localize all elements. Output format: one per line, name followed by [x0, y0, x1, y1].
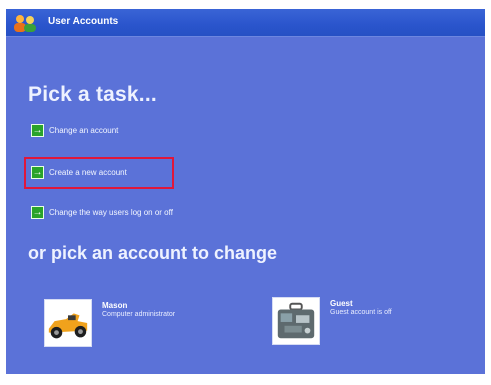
green-arrow-icon: →	[31, 205, 44, 219]
task-change-logon[interactable]: → Change the way users log on or off	[31, 204, 173, 220]
account-type: Guest account is off	[330, 309, 392, 316]
account-name: Guest	[330, 299, 353, 308]
user-accounts-window: User Accounts Pick a task... → Change an…	[6, 9, 485, 374]
user-accounts-icon	[14, 15, 36, 32]
task-change-account[interactable]: → Change an account	[31, 122, 118, 138]
account-picture	[44, 299, 92, 347]
race-car-icon	[48, 313, 88, 339]
task-label: Change an account	[49, 125, 119, 135]
window-title: User Accounts	[48, 16, 119, 27]
account-name: Mason	[102, 301, 128, 310]
pick-account-heading: or pick an account to change	[28, 243, 278, 263]
green-arrow-icon: →	[31, 123, 44, 137]
pick-task-heading: Pick a task...	[28, 83, 157, 106]
task-label: Change the way users log on or off	[49, 207, 173, 217]
account-guest[interactable]: Guest Guest account is off	[272, 297, 392, 345]
highlight-box	[24, 157, 174, 189]
account-type: Computer administrator	[102, 311, 176, 318]
account-picture	[272, 297, 320, 345]
account-mason[interactable]: Mason Computer administrator	[44, 299, 175, 347]
title-bar: User Accounts	[6, 9, 485, 37]
suitcase-icon	[277, 302, 315, 339]
